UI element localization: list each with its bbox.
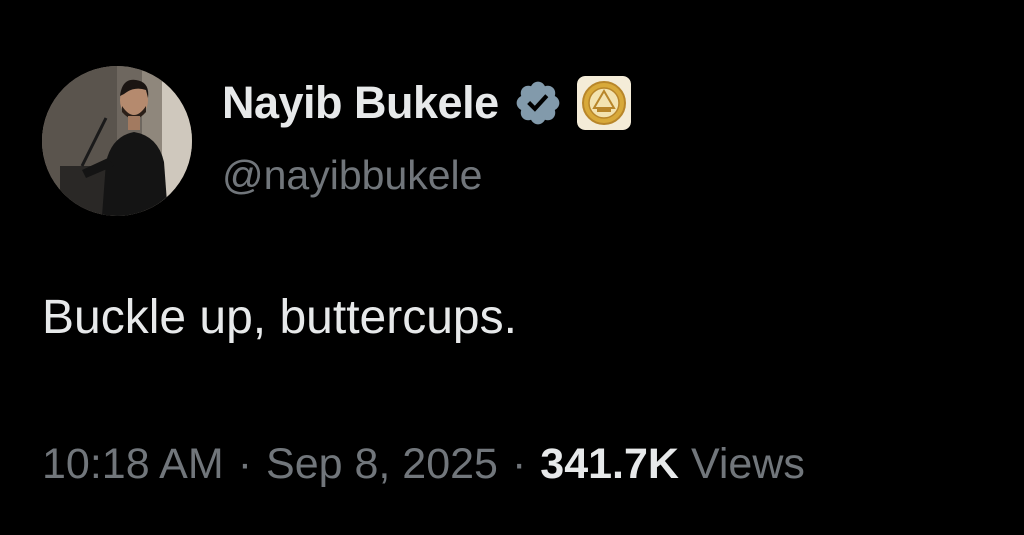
display-name[interactable]: Nayib Bukele <box>222 77 499 129</box>
tweet-card: Nayib Bukele @nayibbukele Buckle up, but… <box>0 0 1024 535</box>
avatar[interactable] <box>42 66 192 216</box>
tweet-text: Buckle up, buttercups. <box>42 291 517 344</box>
tweet-meta: 10:18 AM · Sep 8, 2025 · 341.7K Views <box>42 440 805 489</box>
government-seal-icon[interactable] <box>576 76 631 130</box>
author-name-row: Nayib Bukele <box>222 76 631 130</box>
verified-checkmark-icon[interactable] <box>513 78 563 128</box>
separator: · <box>237 440 253 488</box>
author-handle[interactable]: @nayibbukele <box>222 152 482 199</box>
views-label: Views <box>690 440 805 488</box>
views-count[interactable]: 341.7K <box>540 440 679 489</box>
tweet-date[interactable]: Sep 8, 2025 <box>266 440 498 489</box>
avatar-photo <box>42 66 192 216</box>
separator: · <box>511 440 527 488</box>
tweet-time[interactable]: 10:18 AM <box>42 440 224 489</box>
